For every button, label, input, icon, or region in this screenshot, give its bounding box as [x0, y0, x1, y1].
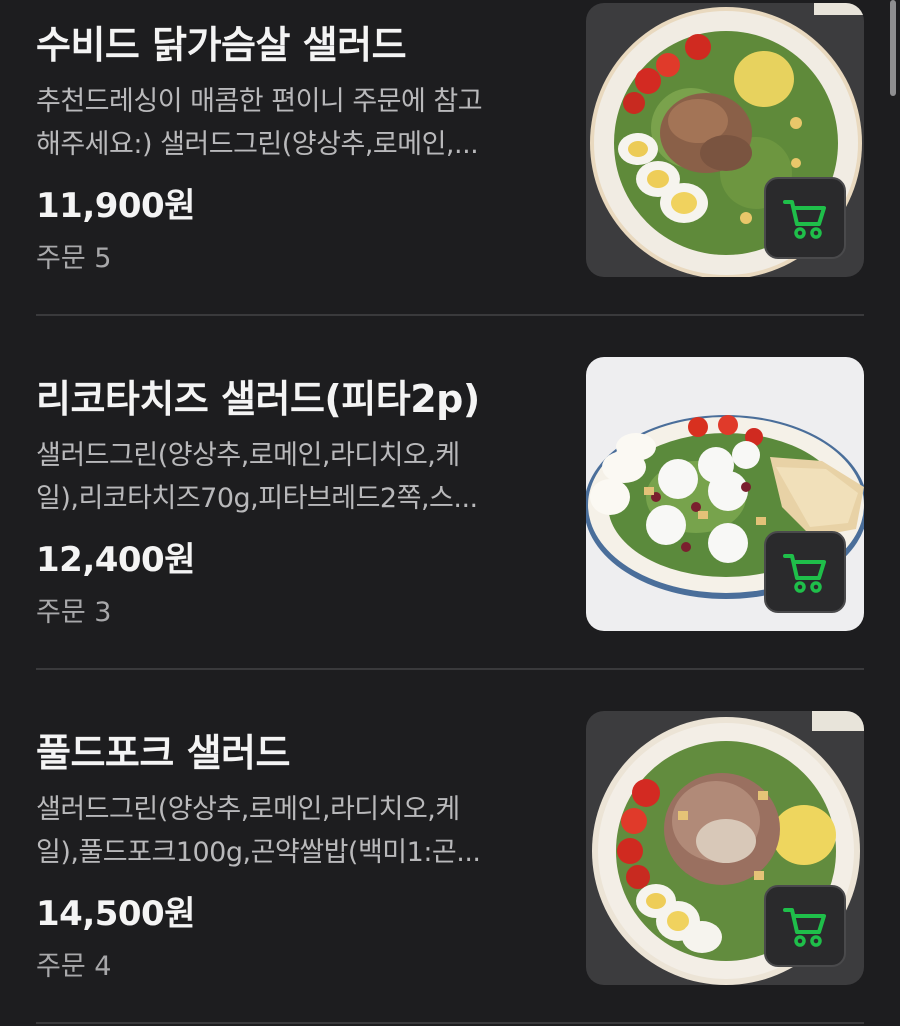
item-order-count: 주문 5 [36, 243, 112, 274]
item-title: 풀드포크 샐러드 [36, 731, 290, 775]
item-order-count: 주문 3 [36, 597, 112, 628]
scrollbar-thumb[interactable] [890, 0, 896, 96]
item-description: 샐러드그린(양상추,로메인,라디치오,케 일),풀드포크100g,곤약쌀밥(백미… [36, 794, 481, 868]
item-divider [36, 668, 864, 670]
item-divider [36, 314, 864, 316]
item-price: 12,400원 [36, 540, 195, 580]
cart-icon [783, 200, 826, 239]
item-title: 리코타치즈 샐러드(피타2p) [36, 377, 480, 421]
pulled-pork-salad-photo[interactable] [586, 711, 864, 985]
item-description: 추천드레싱이 매콤한 편이니 주문에 참고 해주세요:) 샐러드그린(양상추,로… [36, 86, 483, 160]
item-description: 샐러드그린(양상추,로메인,라디치오,케 일),리코타치즈70g,피타브레드2쪽… [36, 440, 478, 514]
cart-icon [783, 554, 826, 593]
item-price: 11,900원 [36, 186, 195, 226]
item-order-count: 주문 4 [36, 951, 112, 982]
item-price: 14,500원 [36, 894, 195, 934]
menu-item-pulled-pork-salad[interactable]: 풀드포크 샐러드 샐러드그린(양상추,로메인,라디치오,케 일),풀드포크100… [0, 708, 900, 1026]
menu-list: 수비드 닭가슴살 샐러드 추천드레싱이 매콤한 편이니 주문에 참고 해주세요:… [0, 0, 900, 1026]
item-title: 수비드 닭가슴살 샐러드 [36, 23, 407, 67]
menu-item-ricotta-cheese-salad[interactable]: 리코타치즈 샐러드(피타2p) 샐러드그린(양상추,로메인,라디치오,케 일),… [0, 354, 900, 708]
menu-item-sous-vide-chicken-salad[interactable]: 수비드 닭가슴살 샐러드 추천드레싱이 매콤한 편이니 주문에 참고 해주세요:… [0, 0, 900, 354]
cart-icon [783, 908, 826, 947]
add-to-cart-button[interactable] [764, 531, 846, 613]
add-to-cart-button[interactable] [764, 885, 846, 967]
item-divider [36, 1022, 864, 1024]
add-to-cart-button[interactable] [764, 177, 846, 259]
chicken-salad-photo[interactable] [586, 3, 864, 277]
ricotta-salad-photo[interactable] [586, 357, 864, 631]
